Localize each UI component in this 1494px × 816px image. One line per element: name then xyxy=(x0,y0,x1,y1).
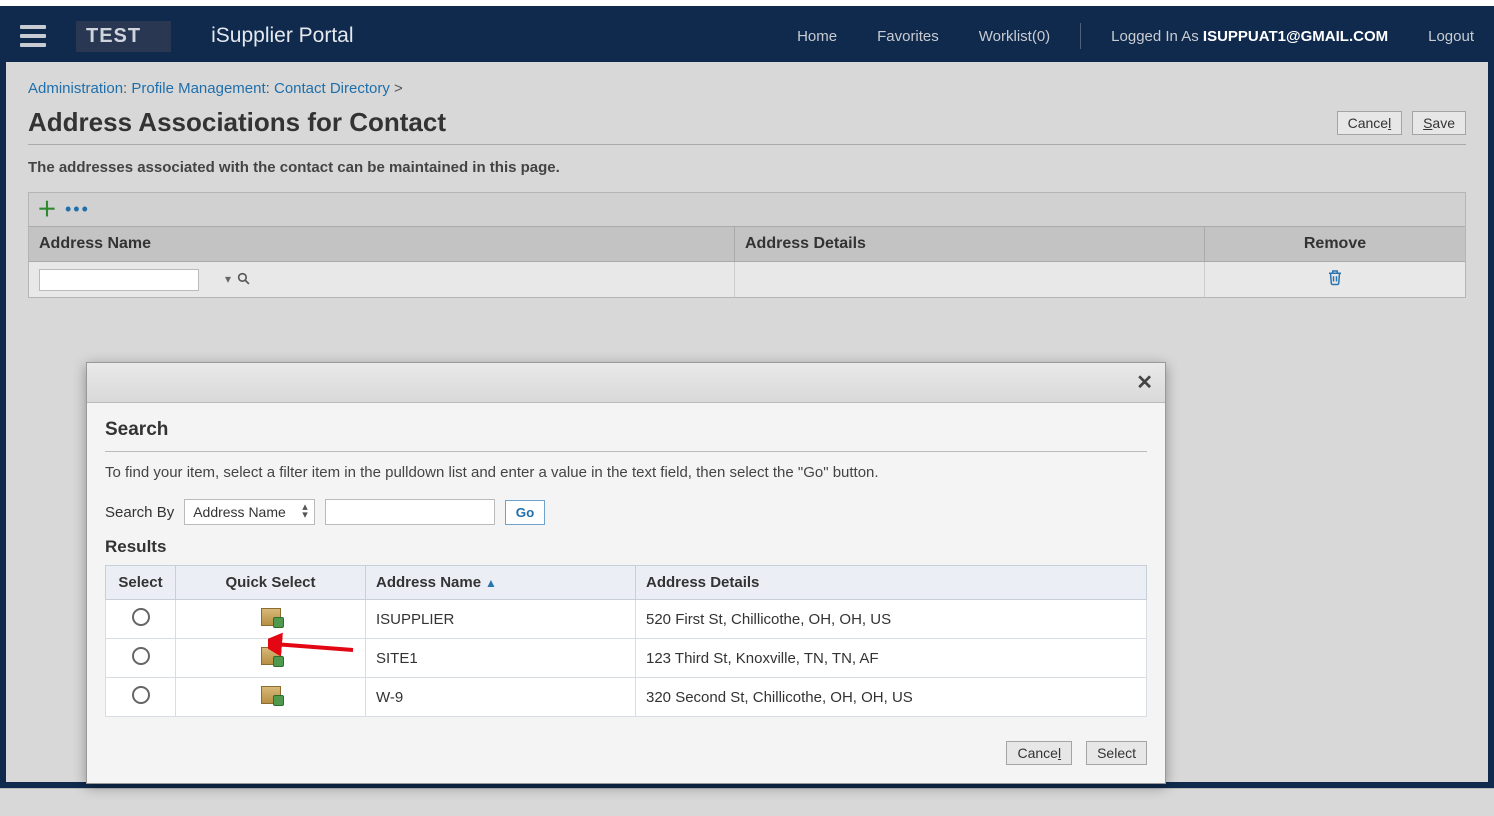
col-address-details: Address Details xyxy=(735,227,1205,261)
dialog-cancel-button[interactable]: Cancel xyxy=(1006,741,1072,765)
search-by-label: Search By xyxy=(105,504,174,521)
cell-address-details: 520 First St, Chillicothe, OH, OH, US xyxy=(636,600,1147,639)
th-select: Select xyxy=(106,566,176,600)
nav-worklist[interactable]: Worklist(0) xyxy=(979,28,1050,45)
menu-icon[interactable] xyxy=(20,25,46,47)
dialog-instructions: To find your item, select a filter item … xyxy=(105,464,1147,481)
address-name-lov[interactable]: ▾ xyxy=(39,269,199,291)
search-by-select[interactable]: Address Name ▴▾ xyxy=(184,499,315,525)
col-remove: Remove xyxy=(1205,227,1465,261)
divider xyxy=(1080,23,1081,49)
username: ISUPPUAT1@GMAIL.COM xyxy=(1203,28,1388,45)
select-radio[interactable] xyxy=(132,608,150,626)
cell-address-name: ISUPPLIER xyxy=(366,600,636,639)
quick-select-icon[interactable] xyxy=(261,608,281,626)
logged-in-prefix: Logged In As xyxy=(1111,28,1203,45)
save-button[interactable]: Save xyxy=(1412,111,1466,135)
table-row: ISUPPLIER 520 First St, Chillicothe, OH,… xyxy=(106,600,1147,639)
quick-select-icon[interactable] xyxy=(261,686,281,704)
updown-icon: ▴▾ xyxy=(302,504,308,519)
results-table: Select Quick Select Address Name▲ Addres… xyxy=(105,565,1147,717)
logged-in-label: Logged In As ISUPPUAT1@GMAIL.COM xyxy=(1111,28,1388,45)
cell-address-name: SITE1 xyxy=(366,639,636,678)
trash-icon[interactable] xyxy=(1326,270,1344,290)
cancel-button[interactable]: Cancel xyxy=(1337,111,1403,135)
search-by-value: Address Name xyxy=(193,504,286,520)
nav-logout[interactable]: Logout xyxy=(1428,28,1474,45)
page-description: The addresses associated with the contac… xyxy=(28,159,1466,176)
breadcrumb-seg-admin[interactable]: Administration xyxy=(28,80,123,97)
cell-address-name: W-9 xyxy=(366,678,636,717)
dialog-search-heading: Search xyxy=(105,419,1147,441)
app-title: iSupplier Portal xyxy=(211,24,353,48)
lov-search-icon[interactable] xyxy=(237,272,250,288)
breadcrumb-seg-profile[interactable]: Profile Management xyxy=(131,80,265,97)
quick-select-icon[interactable] xyxy=(261,647,281,665)
top-navbar: TEST iSupplier Portal Home Favorites Wor… xyxy=(0,6,1494,62)
cell-address-details: 320 Second St, Chillicothe, OH, OH, US xyxy=(636,678,1147,717)
env-badge: TEST xyxy=(76,21,171,52)
lov-dropdown-icon[interactable]: ▾ xyxy=(225,272,231,288)
select-radio[interactable] xyxy=(132,647,150,665)
table-row: SITE1 123 Third St, Knoxville, TN, TN, A… xyxy=(106,639,1147,678)
search-value-input[interactable] xyxy=(325,499,495,525)
close-icon[interactable]: ✕ xyxy=(1136,370,1153,395)
th-address-details: Address Details xyxy=(636,566,1147,600)
address-name-input[interactable] xyxy=(44,272,225,288)
page-title: Address Associations for Contact xyxy=(28,107,446,138)
table-row: W-9 320 Second St, Chillicothe, OH, OH, … xyxy=(106,678,1147,717)
th-address-name[interactable]: Address Name▲ xyxy=(366,566,636,600)
divider xyxy=(105,451,1147,452)
address-grid: ＋ ••• Address Name Address Details Remov… xyxy=(28,192,1466,298)
breadcrumb: Administration: Profile Management: Cont… xyxy=(28,80,1466,97)
dialog-select-button[interactable]: Select xyxy=(1086,741,1147,765)
go-button[interactable]: Go xyxy=(505,500,546,525)
add-row-icon[interactable]: ＋ xyxy=(37,200,57,220)
nav-home[interactable]: Home xyxy=(797,28,837,45)
nav-favorites[interactable]: Favorites xyxy=(877,28,939,45)
table-row: ▾ xyxy=(29,262,1465,297)
select-radio[interactable] xyxy=(132,686,150,704)
breadcrumb-seg-contact-dir[interactable]: Contact Directory xyxy=(274,80,390,97)
more-actions-icon[interactable]: ••• xyxy=(65,199,90,220)
results-heading: Results xyxy=(105,537,1147,557)
col-address-name: Address Name xyxy=(29,227,735,261)
sort-asc-icon: ▲ xyxy=(485,576,497,590)
th-quick-select: Quick Select xyxy=(176,566,366,600)
search-select-dialog: ✕ Search To find your item, select a fil… xyxy=(86,362,1166,784)
cell-address-details: 123 Third St, Knoxville, TN, TN, AF xyxy=(636,639,1147,678)
